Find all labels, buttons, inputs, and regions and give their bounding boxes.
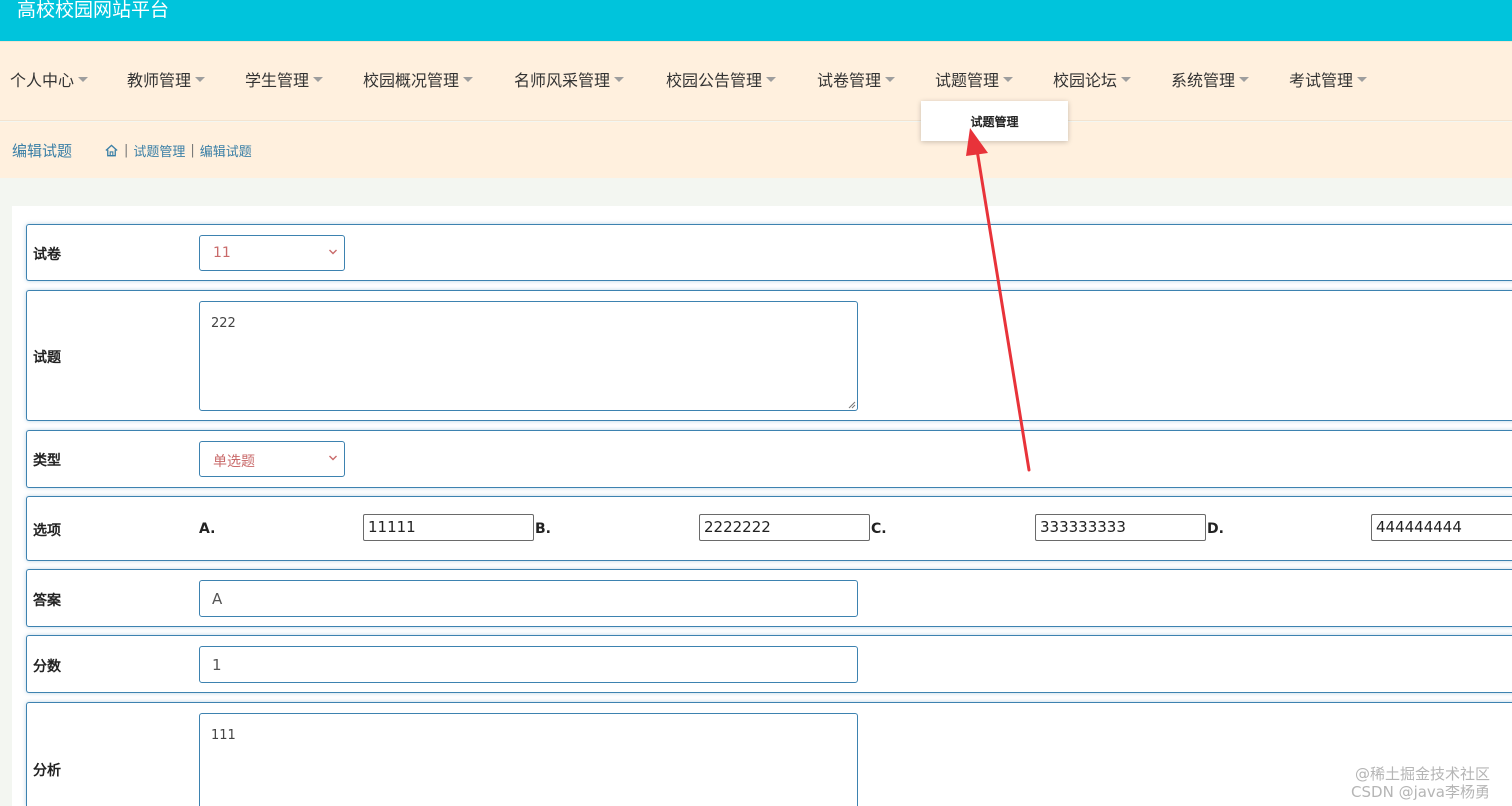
nav-item-campus-overview[interactable]: 校园概况管理 (363, 70, 474, 92)
nav-item-campus-forum[interactable]: 校园论坛 (1053, 70, 1132, 92)
form-row-paper: 试卷 11 (26, 224, 1512, 281)
caret-down-icon (1003, 77, 1014, 82)
top-header-bar: 高校校园网站平台 (0, 0, 1512, 41)
form-row-answer: 答案 A (26, 569, 1512, 627)
form-row-type: 类型 单选题 (26, 430, 1512, 488)
breadcrumb-separator: | (124, 143, 129, 158)
answer-label: 答案 (33, 593, 61, 609)
breadcrumb-item-question-management[interactable]: 试题管理 (133, 141, 185, 160)
type-label: 类型 (33, 453, 61, 469)
option-c-letter: C. (871, 521, 887, 537)
answer-input[interactable]: A (199, 580, 858, 617)
options-label: 选项 (33, 523, 61, 539)
option-d-input[interactable]: 444444444 (1371, 514, 1512, 541)
breadcrumb-item-edit-question: 编辑试题 (199, 145, 252, 160)
paper-select[interactable]: 11 (199, 235, 345, 271)
option-d-letter: D. (1207, 521, 1224, 537)
score-label: 分数 (33, 659, 61, 675)
form-row-analysis: 分析 111 (26, 702, 1512, 806)
caret-down-icon (313, 77, 324, 82)
caret-down-icon (1121, 77, 1132, 82)
breadcrumb-separator: | (190, 143, 195, 158)
nav-item-teacher-management[interactable]: 教师管理 (127, 70, 206, 92)
question-textarea[interactable]: 222 (199, 301, 858, 411)
breadcrumb-bar: 编辑试题 | 试题管理 | 编辑试题 (0, 122, 1512, 178)
nav-item-teacher-showcase[interactable]: 名师风采管理 (514, 70, 625, 92)
main-nav-bar: 个人中心 教师管理 学生管理 校园概况管理 名师风采管理 校园公告管理 试卷管理… (0, 41, 1512, 121)
chevron-down-icon (329, 249, 337, 255)
option-b-letter: B. (535, 521, 551, 537)
option-a-letter: A. (199, 521, 216, 537)
home-icon[interactable] (104, 143, 119, 158)
question-text: 222 (211, 316, 236, 331)
watermark-csdn: CSDN @java李杨勇 (1351, 783, 1490, 801)
option-c-input[interactable]: 333333333 (1035, 514, 1206, 541)
nav-item-campus-notice[interactable]: 校园公告管理 (666, 70, 777, 92)
analysis-text: 111 (211, 728, 236, 743)
form-row-question: 试题 222 (26, 290, 1512, 421)
breadcrumb: | 试题管理 | 编辑试题 (104, 141, 252, 160)
option-a-input[interactable]: 11111 (363, 514, 534, 541)
form-row-options: 选项 A. 11111 B. 2222222 C. 333333333 D. 4… (26, 496, 1512, 561)
caret-down-icon (463, 77, 474, 82)
caret-down-icon (195, 77, 206, 82)
resize-handle-icon[interactable] (847, 400, 856, 409)
type-select-value: 单选题 (213, 454, 255, 470)
type-select[interactable]: 单选题 (199, 441, 345, 477)
paper-label: 试卷 (33, 247, 61, 263)
chevron-down-icon (329, 455, 337, 461)
caret-down-icon (78, 77, 89, 82)
caret-down-icon (885, 77, 896, 82)
page-title: 编辑试题 (12, 142, 73, 160)
option-b-input[interactable]: 2222222 (699, 514, 870, 541)
nav-item-question-management[interactable]: 试题管理 (935, 70, 1014, 92)
nav-item-paper-management[interactable]: 试卷管理 (817, 70, 896, 92)
paper-select-value: 11 (213, 245, 231, 261)
caret-down-icon (1357, 77, 1368, 82)
site-title: 高校校园网站平台 (17, 0, 170, 21)
question-label: 试题 (33, 350, 61, 366)
caret-down-icon (1239, 77, 1250, 82)
analysis-label: 分析 (33, 763, 61, 779)
question-management-dropdown: 试题管理 (921, 101, 1068, 141)
dropdown-item-question-management[interactable]: 试题管理 (921, 113, 1068, 130)
nav-item-personal-center[interactable]: 个人中心 (10, 70, 89, 92)
form-row-score: 分数 1 (26, 635, 1512, 693)
nav-item-student-management[interactable]: 学生管理 (245, 70, 324, 92)
nav-item-exam-management[interactable]: 考试管理 (1289, 70, 1368, 92)
caret-down-icon (614, 77, 625, 82)
caret-down-icon (766, 77, 777, 82)
score-input[interactable]: 1 (199, 646, 858, 683)
nav-item-system-management[interactable]: 系统管理 (1171, 70, 1250, 92)
analysis-textarea[interactable]: 111 (199, 713, 858, 806)
